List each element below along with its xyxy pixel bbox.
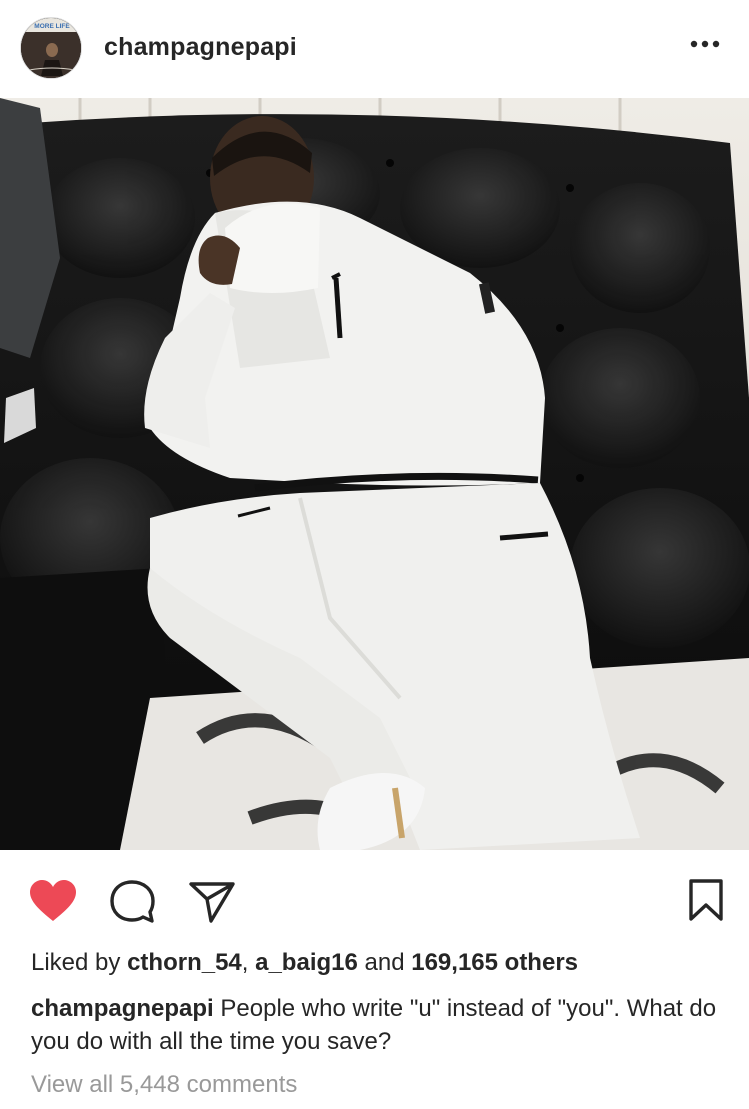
avatar-image: MORE LIFE — [21, 18, 81, 78]
comment-bubble-icon[interactable] — [107, 878, 157, 931]
bookmark-icon[interactable] — [688, 878, 724, 927]
liked-others-link[interactable]: 169,165 others — [411, 949, 578, 976]
liked-user-link[interactable]: a_baig16 — [255, 949, 358, 976]
post-caption: champagnepapi People who write "u" inste… — [31, 992, 731, 1058]
post-photo[interactable] — [0, 98, 749, 850]
caption-username[interactable]: champagnepapi — [31, 995, 214, 1022]
likes-summary: Liked by cthorn_54, a_baig16 and 169,165… — [31, 949, 578, 977]
liked-by-prefix: Liked by — [31, 949, 121, 976]
avatar[interactable]: MORE LIFE — [20, 17, 82, 79]
post-header: MORE LIFE champagnepapi — [0, 0, 749, 98]
liked-separator: , — [241, 949, 249, 976]
liked-and: and — [364, 949, 405, 976]
post-username[interactable]: champagnepapi — [104, 33, 297, 62]
avatar-logo-text: MORE LIFE — [34, 23, 70, 30]
post-image — [0, 98, 749, 850]
action-bar — [0, 850, 749, 946]
more-horizontal-icon[interactable] — [688, 37, 722, 49]
send-paper-plane-icon[interactable] — [188, 880, 236, 929]
liked-user-link[interactable]: cthorn_54 — [127, 949, 242, 976]
heart-filled-icon[interactable] — [28, 879, 78, 928]
view-comments-link[interactable]: View all 5,448 comments — [31, 1071, 297, 1099]
